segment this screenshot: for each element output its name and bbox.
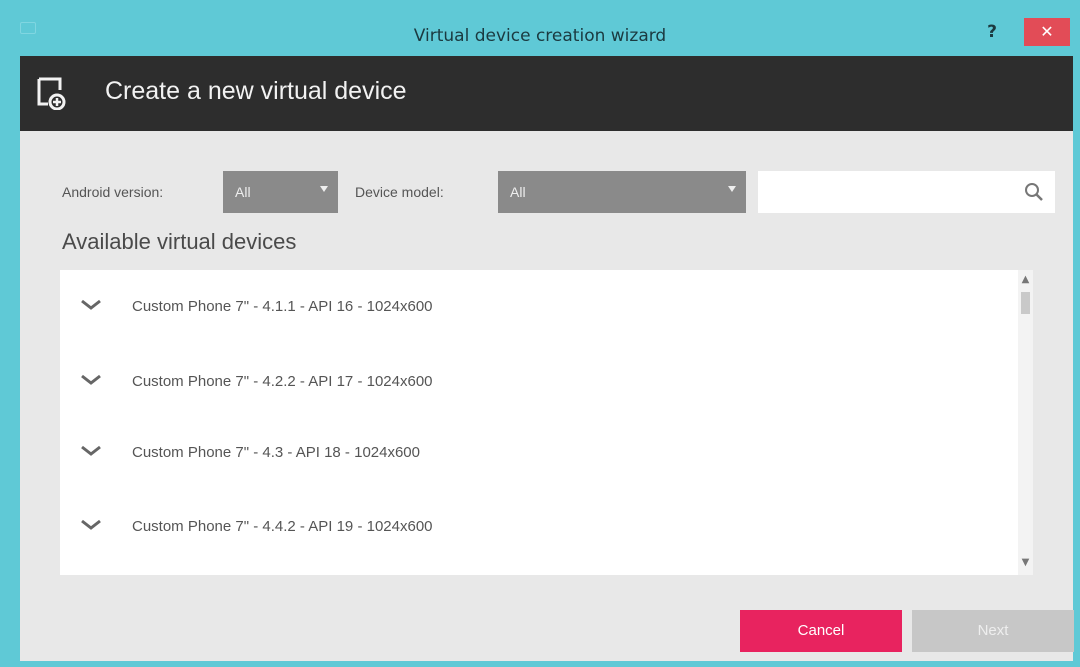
device-label: Custom Phone 7" - 4.3 - API 18 - 1024x60…: [132, 444, 420, 461]
list-item[interactable]: Custom Phone 7" - 4.1.1 - API 16 - 1024x…: [60, 278, 1018, 338]
list-item[interactable]: Custom Phone 7" - 4.2.2 - API 17 - 1024x…: [60, 353, 1018, 413]
list-item[interactable]: Custom Phone 7" - 4.3 - API 18 - 1024x60…: [60, 424, 1018, 484]
android-version-dropdown[interactable]: All: [223, 171, 338, 213]
android-version-label: Android version:: [62, 184, 164, 200]
chevron-down-icon[interactable]: [80, 373, 102, 387]
chevron-down-icon[interactable]: [80, 518, 102, 532]
search-input[interactable]: [758, 171, 1028, 213]
scroll-up-icon[interactable]: ▲: [1018, 274, 1033, 288]
chevron-down-icon[interactable]: [80, 298, 102, 312]
search-box[interactable]: [758, 171, 1055, 213]
help-button[interactable]: ?: [980, 22, 1004, 46]
android-version-value: All: [235, 184, 251, 200]
wizard-header: Create a new virtual device: [20, 56, 1073, 131]
title-bar: Virtual device creation wizard ? ✕: [0, 0, 1080, 56]
device-label: Custom Phone 7" - 4.4.2 - API 19 - 1024x…: [132, 518, 433, 535]
device-model-label: Device model:: [355, 184, 444, 200]
list-scrollbar[interactable]: ▲ ▼: [1018, 270, 1033, 575]
scroll-down-icon[interactable]: ▼: [1018, 557, 1033, 571]
page-title: Create a new virtual device: [105, 77, 407, 105]
next-button[interactable]: Next: [912, 610, 1074, 652]
cancel-button[interactable]: Cancel: [740, 610, 902, 652]
close-button[interactable]: ✕: [1024, 18, 1070, 46]
wizard-window: Virtual device creation wizard ? ✕ Creat…: [0, 0, 1080, 667]
section-title: Available virtual devices: [62, 229, 297, 254]
chevron-down-icon: [728, 186, 736, 192]
window-title: Virtual device creation wizard: [413, 26, 667, 46]
scrollbar-thumb[interactable]: [1021, 292, 1030, 314]
device-label: Custom Phone 7" - 4.1.1 - API 16 - 1024x…: [132, 298, 433, 315]
device-model-dropdown[interactable]: All: [498, 171, 746, 213]
search-icon[interactable]: [1023, 181, 1045, 203]
device-list: Custom Phone 7" - 4.1.1 - API 16 - 1024x…: [60, 270, 1018, 575]
list-item[interactable]: Custom Phone 7" - 4.4.2 - API 19 - 1024x…: [60, 498, 1018, 558]
device-label: Custom Phone 7" - 4.2.2 - API 17 - 1024x…: [132, 373, 433, 390]
chevron-down-icon[interactable]: [80, 444, 102, 458]
chevron-down-icon: [320, 186, 328, 192]
wizard-content: Android version: All Device model: All A…: [20, 131, 1074, 661]
add-device-icon: [37, 77, 66, 110]
device-model-value: All: [510, 184, 526, 200]
